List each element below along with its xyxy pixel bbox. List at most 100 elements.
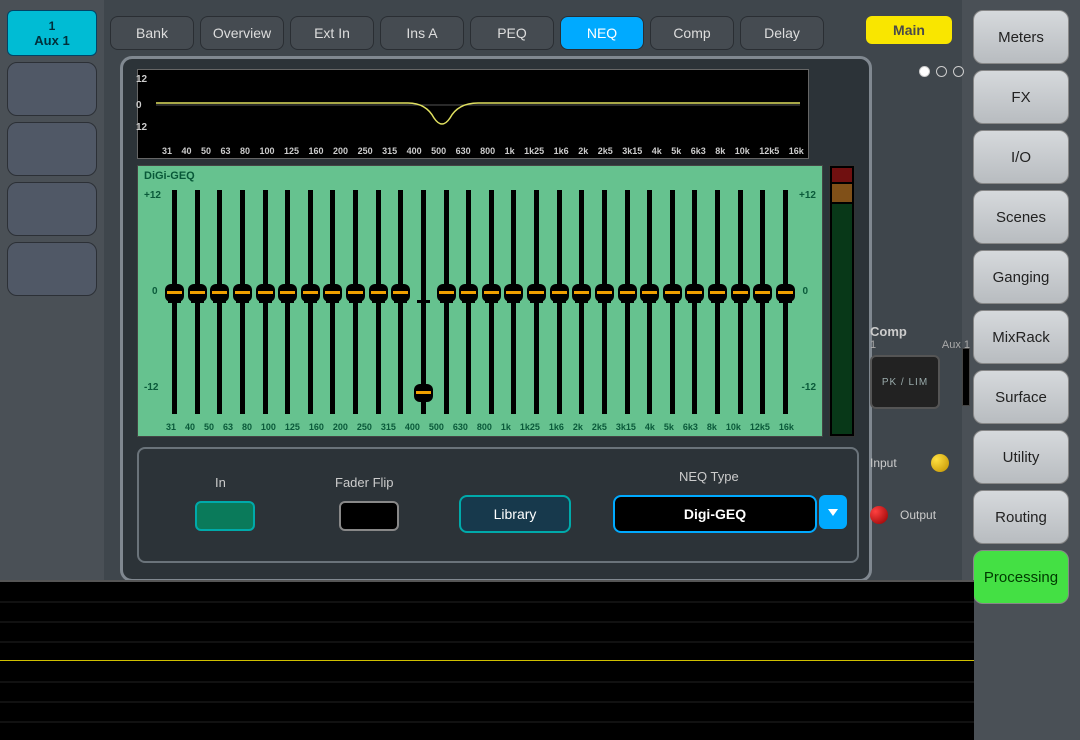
waveform-area[interactable] xyxy=(0,580,974,740)
nav-io[interactable]: I/O xyxy=(973,130,1069,184)
faderflip-label: Fader Flip xyxy=(335,475,394,490)
nav-scenes[interactable]: Scenes xyxy=(973,190,1069,244)
geq-band-slider[interactable] xyxy=(670,190,675,414)
input-label: Input xyxy=(870,456,897,470)
in-label: In xyxy=(215,475,226,490)
freq-label: 200 xyxy=(333,422,348,432)
geq-band-slider[interactable] xyxy=(511,190,516,414)
freq-label: 100 xyxy=(260,146,275,156)
freq-label: 5k xyxy=(664,422,674,432)
freq-label: 315 xyxy=(381,422,396,432)
freq-label: 1k25 xyxy=(524,146,544,156)
geq-band-slider[interactable] xyxy=(715,190,720,414)
channel-select-button[interactable]: 1 Aux 1 xyxy=(7,10,97,56)
nav-ganging[interactable]: Ganging xyxy=(973,250,1069,304)
nav-processing[interactable]: Processing xyxy=(973,550,1069,604)
geq-band-slider[interactable] xyxy=(692,190,697,414)
freq-label: 250 xyxy=(358,146,373,156)
nav-utility[interactable]: Utility xyxy=(973,430,1069,484)
geq-band-slider[interactable] xyxy=(398,190,403,414)
geq-band-slider[interactable] xyxy=(353,190,358,414)
geq-band-slider[interactable] xyxy=(783,190,788,414)
input-row: Input xyxy=(870,454,949,472)
freq-label: 40 xyxy=(182,146,192,156)
geq-band-slider[interactable] xyxy=(466,190,471,414)
freq-label: 160 xyxy=(309,146,324,156)
freq-label: 4k xyxy=(645,422,655,432)
library-button[interactable]: Library xyxy=(459,495,571,533)
tab-peq[interactable]: PEQ xyxy=(470,16,554,50)
geq-ytick: 0 xyxy=(802,286,808,297)
nav-routing[interactable]: Routing xyxy=(973,490,1069,544)
geq-title: DiGi-GEQ xyxy=(144,170,195,182)
nav-fx[interactable]: FX xyxy=(973,70,1069,124)
geq-band-slider[interactable] xyxy=(172,190,177,414)
freq-label: 6k3 xyxy=(691,146,706,156)
geq-band-slider[interactable] xyxy=(738,190,743,414)
geq-band-slider[interactable] xyxy=(579,190,584,414)
geq-band-slider[interactable] xyxy=(240,190,245,414)
neq-panel: 12 0 12 31405063801001251602002503154005… xyxy=(120,56,872,582)
freq-label: 80 xyxy=(240,146,250,156)
neqtype-dropdown-icon[interactable] xyxy=(819,495,847,529)
geq-band-slider[interactable] xyxy=(285,190,290,414)
geq-band-slider[interactable] xyxy=(217,190,222,414)
freq-label: 1k6 xyxy=(549,422,564,432)
processing-tabs: Bank Overview Ext In Ins A PEQ NEQ Comp … xyxy=(104,0,962,58)
freq-label: 630 xyxy=(453,422,468,432)
output-knob[interactable] xyxy=(870,506,888,524)
freq-label: 2k5 xyxy=(598,146,613,156)
freq-label: 10k xyxy=(735,146,750,156)
geq-band-slider[interactable] xyxy=(557,190,562,414)
geq-band-slider[interactable] xyxy=(647,190,652,414)
geq-band-slider[interactable] xyxy=(489,190,494,414)
tab-comp[interactable]: Comp xyxy=(650,16,734,50)
freq-label: 10k xyxy=(726,422,741,432)
nav-meters[interactable]: Meters xyxy=(973,10,1069,64)
channel-slot[interactable] xyxy=(7,182,97,236)
geq-band-slider[interactable] xyxy=(263,190,268,414)
tab-delay[interactable]: Delay xyxy=(740,16,824,50)
freq-label: 8k xyxy=(707,422,717,432)
nav-surface[interactable]: Surface xyxy=(973,370,1069,424)
freq-label: 50 xyxy=(201,146,211,156)
freq-label: 8k xyxy=(715,146,725,156)
tab-neq[interactable]: NEQ xyxy=(560,16,644,50)
input-knob[interactable] xyxy=(931,454,949,472)
geq-band-slider[interactable] xyxy=(308,190,313,414)
page-dots[interactable] xyxy=(919,66,964,77)
geq-ytick: +12 xyxy=(144,190,161,201)
geq-band-slider[interactable] xyxy=(602,190,607,414)
neqtype-select[interactable]: Digi-GEQ xyxy=(613,495,817,533)
tab-insa[interactable]: Ins A xyxy=(380,16,464,50)
dot xyxy=(936,66,947,77)
comp-block[interactable]: Comp 1 Aux 1 PK / LIM xyxy=(870,324,970,409)
freq-label: 31 xyxy=(166,422,176,432)
geq-band-slider[interactable] xyxy=(195,190,200,414)
channel-slot[interactable] xyxy=(7,242,97,296)
controls-box: In Fader Flip Library NEQ Type Digi-GEQ xyxy=(137,447,859,563)
comp-brand: PK / LIM xyxy=(882,377,928,388)
in-toggle[interactable] xyxy=(195,501,255,531)
tab-bank[interactable]: Bank xyxy=(110,16,194,50)
nav-mixrack[interactable]: MixRack xyxy=(973,310,1069,364)
response-curve[interactable]: 12 0 12 31405063801001251602002503154005… xyxy=(137,69,809,159)
freq-label: 500 xyxy=(429,422,444,432)
channel-slot[interactable] xyxy=(7,62,97,116)
channel-slot[interactable] xyxy=(7,122,97,176)
geq-band-slider[interactable] xyxy=(421,190,426,414)
geq-band-slider[interactable] xyxy=(625,190,630,414)
freq-label: 4k xyxy=(652,146,662,156)
geq-band-slider[interactable] xyxy=(376,190,381,414)
tab-extin[interactable]: Ext In xyxy=(290,16,374,50)
geq-band-slider[interactable] xyxy=(760,190,765,414)
tab-overview[interactable]: Overview xyxy=(200,16,284,50)
faderflip-toggle[interactable] xyxy=(339,501,399,531)
comp-index: 1 xyxy=(870,339,876,351)
freq-label: 400 xyxy=(405,422,420,432)
dot xyxy=(919,66,930,77)
geq-band-slider[interactable] xyxy=(444,190,449,414)
geq-band-slider[interactable] xyxy=(330,190,335,414)
geq-band-slider[interactable] xyxy=(534,190,539,414)
main-button[interactable]: Main xyxy=(866,16,952,44)
